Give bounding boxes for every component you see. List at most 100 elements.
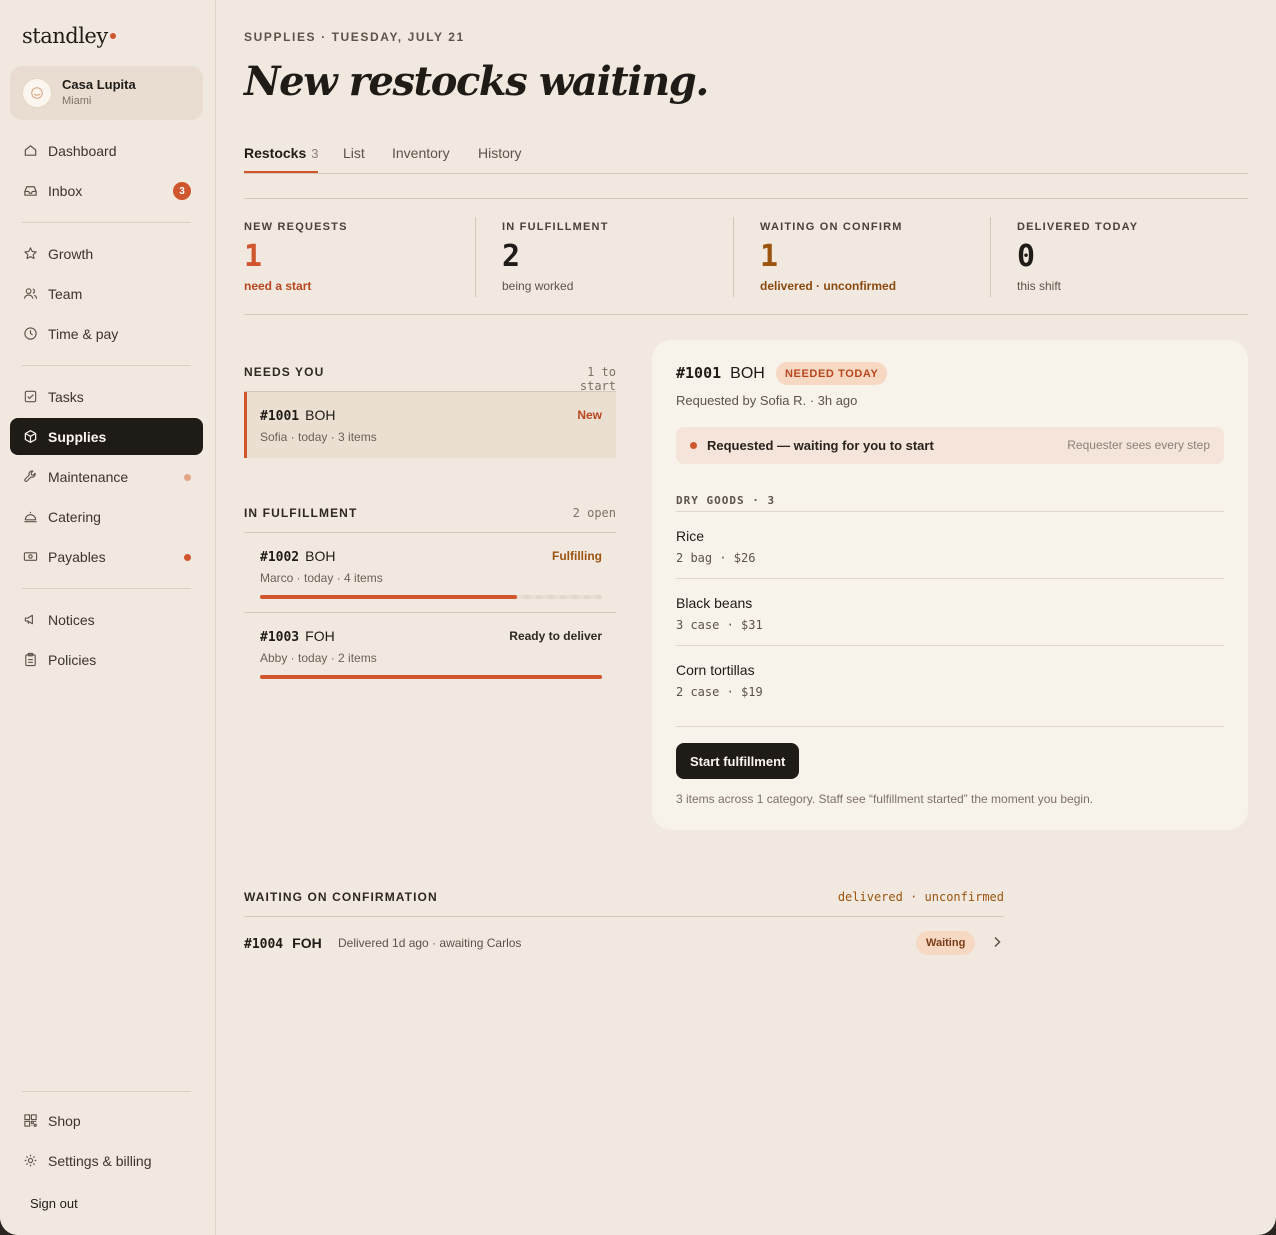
request-number: #1003 [260, 630, 300, 645]
status-dot [690, 442, 697, 449]
sidebar-item-team[interactable]: Team [10, 275, 203, 312]
star-icon [22, 246, 38, 262]
item-name: Rice [676, 528, 705, 544]
progress-bar [260, 595, 602, 599]
tab-restocks[interactable]: Restocks 3 [244, 145, 319, 161]
sidebar-item-policies[interactable]: Policies [10, 641, 203, 678]
sidebar-item-label: Dashboard [48, 142, 117, 159]
waiting-status-badge: Waiting [916, 931, 976, 955]
gear-icon [22, 1153, 38, 1169]
stats-strip: NEW REQUESTS 1 need a start IN FULFILLME… [244, 198, 1248, 315]
stat-new-requests: NEW REQUESTS 1 need a start [244, 217, 476, 297]
sidebar-item-label: Supplies [48, 428, 107, 445]
users-icon [22, 286, 38, 302]
sidebar-item-label: Growth [48, 245, 94, 262]
sidebar-item-supplies[interactable]: Supplies [10, 418, 203, 455]
sidebar-item-notices[interactable]: Notices [10, 601, 203, 638]
stat-value: 1 [244, 239, 263, 274]
sidebar-item-shop[interactable]: Shop [10, 1102, 203, 1139]
request-dept: BOH [305, 407, 336, 423]
sidebar-item-time-pay[interactable]: Time & pay [10, 315, 203, 352]
tab-bar: Restocks 3 List Inventory History [244, 140, 1248, 174]
cloche-icon [22, 509, 38, 525]
item-meta: 3 case · $31 [676, 618, 763, 632]
maintenance-dot [184, 474, 191, 481]
sidebar-item-growth[interactable]: Growth [10, 235, 203, 272]
inbox-count-badge: 3 [173, 182, 191, 200]
category-heading: DRY GOODS · 3 [676, 494, 776, 507]
stat-label: NEW REQUESTS [244, 221, 348, 233]
tab-list[interactable]: List [343, 145, 365, 161]
sidebar-item-tasks[interactable]: Tasks [10, 378, 203, 415]
detail-title: #1001 BOH [676, 364, 765, 383]
request-row-1002[interactable]: #1002 BOH Marco · today · 4 items Fulfill… [244, 533, 616, 612]
org-switcher[interactable]: Casa Lupita Miami [10, 66, 203, 120]
divider [676, 511, 1224, 512]
wrench-icon [22, 469, 38, 485]
sidebar-item-maintenance[interactable]: Maintenance [10, 458, 203, 495]
request-number: #1001 [676, 364, 722, 382]
divider [676, 578, 1224, 579]
request-number: #1001 [260, 409, 300, 424]
sidebar-item-payables[interactable]: Payables [10, 538, 203, 575]
sidebar-item-label: Team [48, 285, 83, 302]
sidebar-divider [22, 365, 191, 366]
stat-value: 0 [1017, 239, 1036, 274]
payables-dot [184, 554, 191, 561]
status-aside: Requester sees every step [1067, 438, 1210, 452]
box-icon [22, 429, 38, 445]
status-banner: Requested — waiting for you to start Req… [676, 427, 1224, 464]
sidebar-item-label: Payables [48, 548, 106, 565]
waiting-heading: WAITING ON CONFIRMATION [244, 890, 438, 904]
home-icon [22, 143, 38, 159]
waiting-row-id[interactable]: #1004 FOH [244, 935, 322, 952]
stat-value: 2 [502, 239, 521, 274]
request-detail-panel: #1001 BOH NEEDED TODAY Requested by Sofia… [652, 340, 1248, 830]
megaphone-icon [22, 612, 38, 628]
request-dept: FOH [305, 628, 335, 644]
sidebar-item-settings[interactable]: Settings & billing [10, 1142, 203, 1179]
chevron-right-icon[interactable] [990, 934, 1004, 950]
sidebar-item-label: Tasks [48, 388, 84, 405]
sidebar-item-label: Time & pay [48, 325, 119, 342]
item-meta: 2 bag · $26 [676, 551, 756, 565]
clock-icon [22, 326, 38, 342]
request-id: #1002 BOH [260, 548, 335, 565]
needs-you-heading: NEEDS YOU [244, 365, 325, 379]
logo-mark-icon [22, 78, 52, 108]
sidebar-item-label: Settings & billing [48, 1152, 152, 1169]
in-fulfillment-count: 2 open [572, 506, 616, 520]
stat-in-fulfillment: IN FULFILLMENT 2 being worked [475, 217, 733, 297]
stat-waiting-confirm: WAITING ON CONFIRM 1 delivered · unconfi… [733, 217, 991, 297]
sign-out-link[interactable]: Sign out [30, 1196, 78, 1211]
in-fulfillment-heading: IN FULFILLMENT [244, 506, 358, 520]
item-name: Black beans [676, 595, 753, 611]
tab-label: Restocks [244, 145, 307, 161]
stat-label: IN FULFILLMENT [502, 221, 609, 233]
sidebar-item-dashboard[interactable]: Dashboard [10, 132, 203, 169]
request-meta: Sofia · today · 3 items [260, 430, 377, 444]
stat-sub: this shift [1017, 279, 1062, 293]
stat-label: WAITING ON CONFIRM [760, 221, 903, 233]
progress-fill [260, 595, 517, 599]
request-status: New [577, 408, 602, 422]
start-fulfillment-button[interactable]: Start fulfillment [676, 743, 800, 779]
stat-delivered-today: DELIVERED TODAY 0 this shift [990, 217, 1248, 297]
item-name: Corn tortillas [676, 662, 755, 678]
request-row-1003[interactable]: #1003 FOH Abby · today · 2 items Ready to… [244, 613, 616, 692]
request-meta: Marco · today · 4 items [260, 571, 383, 585]
tab-history[interactable]: History [478, 145, 522, 161]
bill-icon [22, 549, 38, 565]
request-status: Fulfilling [552, 549, 602, 563]
tab-inventory[interactable]: Inventory [392, 145, 450, 161]
request-card-1001[interactable]: #1001 BOH Sofia · today · 3 items New [244, 392, 616, 458]
divider [676, 726, 1224, 727]
sidebar-item-inbox[interactable]: Inbox 3 [10, 172, 203, 209]
sidebar-item-catering[interactable]: Catering [10, 498, 203, 535]
request-dept: FOH [292, 935, 322, 951]
stat-sub: need a start [244, 279, 312, 293]
request-id: #1003 FOH [260, 628, 335, 645]
inbox-icon [22, 183, 38, 199]
brand-logo[interactable]: standley [22, 24, 116, 48]
request-dept: BOH [730, 365, 765, 382]
